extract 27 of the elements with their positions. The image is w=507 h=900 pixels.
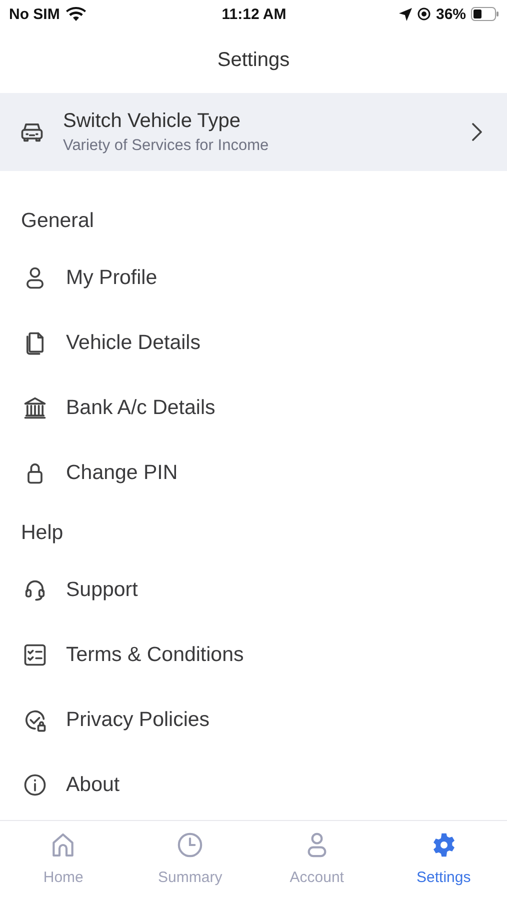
info-icon: [22, 772, 48, 798]
chevron-right-icon: [471, 122, 483, 142]
clock-time: 11:12 AM: [222, 6, 286, 22]
tab-item[interactable]: Settings: [380, 821, 507, 900]
section-heading: General: [20, 208, 95, 233]
section-heading: Help: [20, 520, 64, 545]
location-arrow-icon: [398, 8, 412, 20]
menu-item[interactable]: Vehicle Details: [0, 310, 507, 375]
clock-icon: [176, 831, 204, 859]
battery-icon: [471, 7, 500, 21]
menu-item[interactable]: Terms & Conditions: [0, 622, 507, 687]
menu-item[interactable]: Support: [0, 557, 507, 622]
switch-vehicle-banner[interactable]: Switch Vehicle Type Variety of Services for Income: [0, 93, 507, 171]
banner-title: Switch Vehicle Type: [63, 110, 242, 132]
battery-percent: 36%: [436, 6, 466, 22]
lock-rotation-icon: [416, 7, 431, 21]
page-title: Settings: [216, 48, 291, 73]
banner-subtitle: Variety of Services for Income: [63, 136, 270, 154]
menu-item[interactable]: My Profile: [0, 245, 507, 310]
menu-item[interactable]: Bank A/c Details: [0, 375, 507, 440]
wifi-icon: [66, 6, 86, 22]
checklist-icon: [22, 642, 48, 668]
menu-item[interactable]: About: [0, 752, 507, 817]
carrier-text: No SIM: [9, 6, 60, 22]
menu-item[interactable]: Privacy Policies: [0, 687, 507, 752]
bank-icon: [22, 394, 48, 420]
menu-item[interactable]: Change PIN: [0, 440, 507, 505]
